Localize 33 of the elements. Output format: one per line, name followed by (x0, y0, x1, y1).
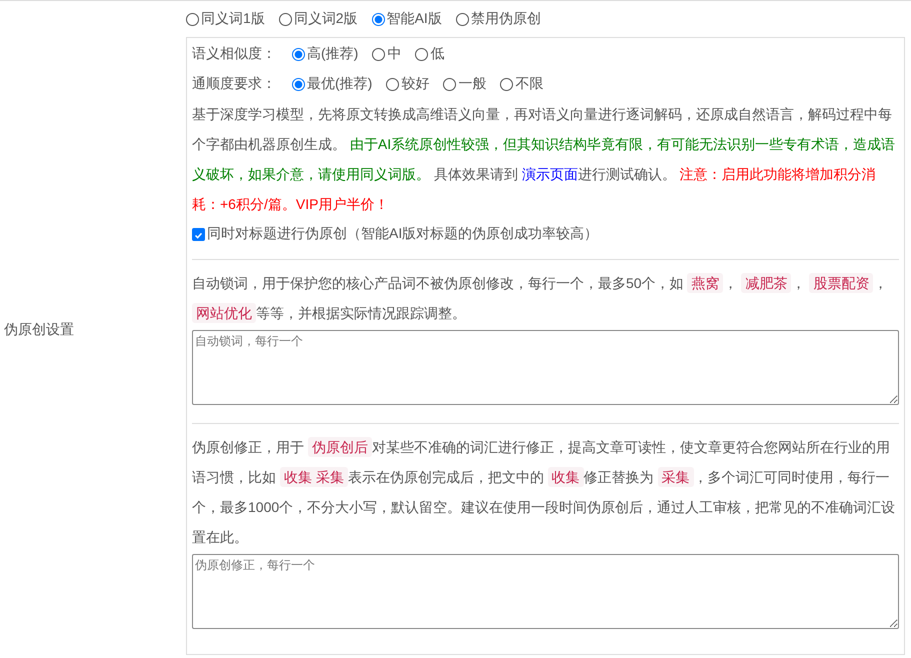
radio-button[interactable] (186, 12, 199, 26)
radio-label[interactable]: 禁用伪原创 (470, 10, 541, 28)
radio-button[interactable] (443, 78, 456, 90)
corrections-description: 伪原创修正，用于 伪原创后 对某些不准确的词汇进行修正，提高文章可读性，使文章更符合您网站所在行业的用语习惯，比如 收集 采集 表示在伪原创完成后，把文中的 收集 修正替换为 采集 ，多个词汇可同时使用，每行一个，最多1000个，不分大小写，默认留空。建议在使用一段时间伪原创后，通过人工审核，把常见的不准确词汇设置在此。 (192, 436, 896, 547)
radio-button[interactable] (500, 78, 514, 90)
checkbox[interactable] (192, 228, 205, 240)
radio-button[interactable] (372, 48, 386, 60)
radio-button[interactable] (372, 12, 385, 26)
demo-page-link[interactable]: 演示页面 (522, 166, 578, 182)
radio-button[interactable] (278, 12, 292, 26)
radio-button[interactable] (456, 12, 469, 26)
radio-label[interactable]: 智能AI版 (386, 10, 442, 28)
radio-label[interactable]: 最优(推荐) (307, 75, 372, 93)
radio-button[interactable] (292, 78, 305, 90)
radio-label[interactable]: 高(推荐) (307, 45, 358, 63)
radio-button[interactable] (386, 78, 400, 90)
lock-words-description: 自动锁词，用于保护您的核心产品词不被伪原创修改，每行一个，最多50个，如 燕窝 ， 减肥茶 ， 股票配资 ， 网站优化 等等，并根据实际情况跟踪调整。 (192, 272, 888, 325)
lock-words-field[interactable]: 自动锁词，每行一个 (192, 330, 899, 405)
fluency-label: 通顺度要求： (192, 75, 276, 93)
radio-label[interactable]: 较好 (401, 75, 430, 93)
radio-label[interactable]: 低 (430, 45, 444, 63)
similarity-label: 语义相似度： (192, 45, 276, 63)
radio-label[interactable]: 不限 (515, 75, 544, 93)
field-label: 伪原创设置 (4, 320, 74, 338)
radio-label[interactable]: 一般 (458, 75, 486, 93)
radio-label[interactable]: 中 (387, 45, 402, 63)
radio-button[interactable] (415, 48, 428, 60)
radio-button[interactable] (292, 48, 305, 60)
radio-label[interactable]: 同义词1版 (201, 10, 265, 28)
checkbox-label[interactable]: 同时对标题进行伪原创（智能AI版对标题的伪原创成功率较高） (207, 225, 598, 243)
corrections-field[interactable]: 伪原创修正，每行一个 (192, 554, 899, 629)
radio-label[interactable]: 同义词2版 (294, 10, 358, 28)
description-text: 基于深度学习模型，先将原文转换成高维语义向量，再对语义向量进行逐词解码，还原成自然语言，解码过程中每个字都由机器原创生成。 由于AI系统原创性较强，但其知识结构毕竟有限，有可能无法识别一些专有术语，造成语义破坏，如果介意，请使用同义词版。 具体效果请到 演示页面进行测试确认。 注意：启用此功能将增加积分消耗：+6积分/篇。VIP用户半价！ (192, 105, 896, 214)
